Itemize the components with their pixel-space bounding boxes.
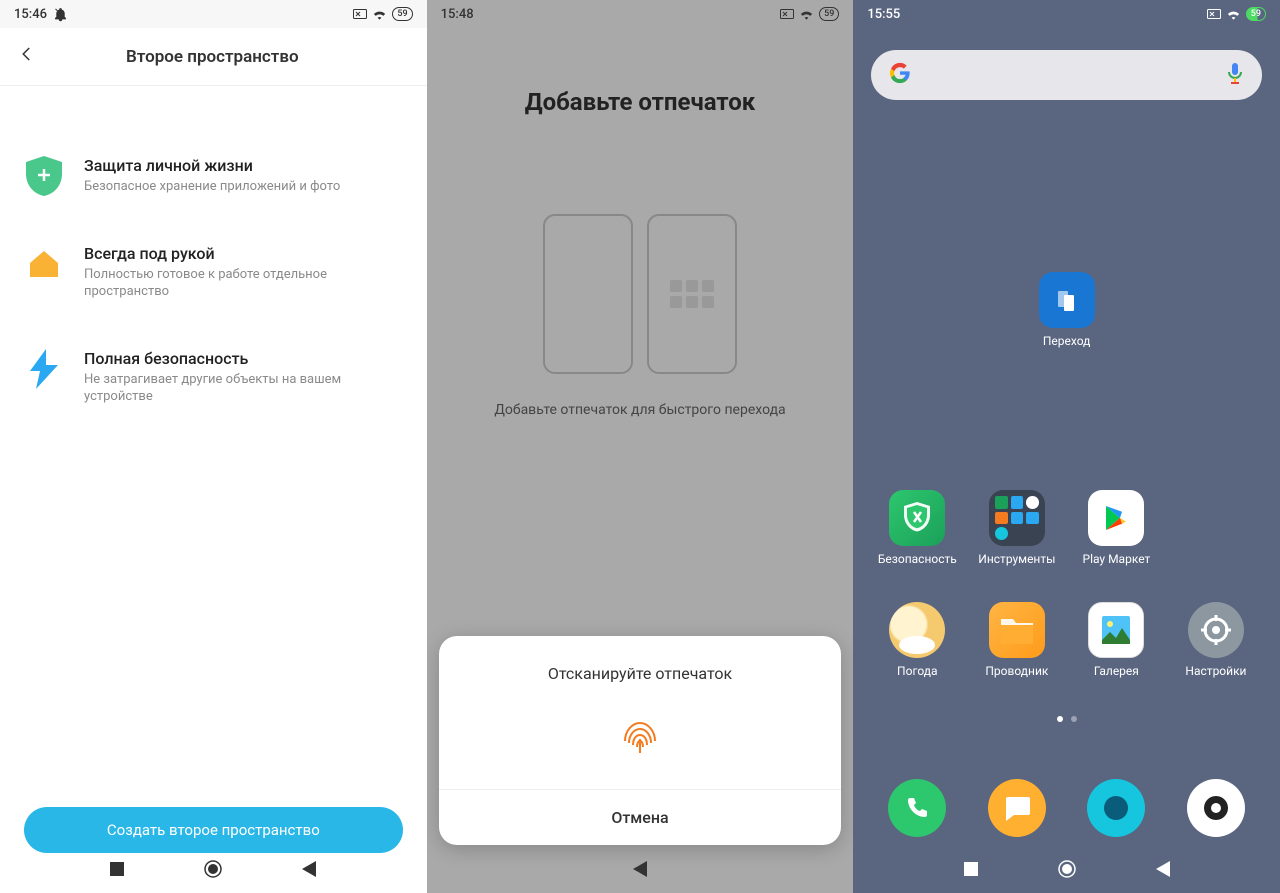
google-logo-icon <box>889 62 911 89</box>
page-title: Добавьте отпечаток <box>427 88 854 116</box>
homescreen-grid: Переход Безопасность Инструменты <box>853 122 1280 893</box>
phone-icon <box>888 779 946 837</box>
tools-folder-icon <box>989 490 1045 546</box>
battery-icon: 59 <box>392 7 412 21</box>
app-tools-folder[interactable]: Инструменты <box>971 490 1063 566</box>
page-dot-active <box>1057 716 1063 722</box>
app-label: Переход <box>1043 334 1091 348</box>
home-icon <box>24 244 64 284</box>
app-label: Проводник <box>985 664 1048 678</box>
feature-desc: Полностью готовое к работе отдельное про… <box>84 267 403 301</box>
browser-icon <box>1087 779 1145 837</box>
app-transfer[interactable]: Переход <box>1021 272 1113 348</box>
feature-safety: Полная безопасность Не затрагивает други… <box>24 349 403 406</box>
phone-empty-icon <box>543 214 633 374</box>
app-label: Настройки <box>1185 664 1246 678</box>
app-row: Погода Проводник Галерея Настройки <box>867 602 1266 678</box>
back-button[interactable] <box>18 44 36 69</box>
feature-desc: Безопасное хранение приложений и фото <box>84 179 340 196</box>
transfer-icon <box>1039 272 1095 328</box>
dock-camera[interactable] <box>1170 779 1262 837</box>
app-row: Переход <box>853 272 1280 348</box>
dock-messages[interactable] <box>971 779 1063 837</box>
battery-icon: 59 <box>1246 7 1266 21</box>
page-indicator <box>853 716 1280 722</box>
status-bar: 15:55 59 <box>853 0 1280 28</box>
status-bar: 15:48 59 <box>427 0 854 28</box>
page-dot[interactable] <box>1071 716 1077 722</box>
page-subtitle: Добавьте отпечаток для быстрого перехода <box>427 402 854 418</box>
google-search-widget[interactable] <box>871 50 1262 100</box>
feature-handy: Всегда под рукой Полностью готовое к раб… <box>24 244 403 301</box>
screen-second-space: 15:46 59 Второе пространство Защита личн… <box>0 0 427 893</box>
wifi-icon <box>799 8 814 20</box>
sheet-title: Отсканируйте отпечаток <box>439 664 842 683</box>
camera-icon <box>1187 779 1245 837</box>
shield-plus-icon <box>24 156 64 196</box>
app-label: Галерея <box>1094 664 1139 678</box>
screen-homescreen: 15:55 59 Переход <box>853 0 1280 893</box>
play-store-icon <box>1088 490 1144 546</box>
app-weather[interactable]: Погода <box>871 602 963 678</box>
nav-bar <box>853 845 1280 893</box>
status-time: 15:55 <box>867 7 900 22</box>
app-security[interactable]: Безопасность <box>871 490 963 566</box>
app-row: Безопасность Инструменты Play Маркет <box>867 490 1266 566</box>
app-label: Инструменты <box>978 552 1055 566</box>
features-list: Защита личной жизни Безопасное хранение … <box>0 86 427 893</box>
app-file-manager[interactable]: Проводник <box>971 602 1063 678</box>
card-icon <box>1207 9 1221 19</box>
page-title: Второе пространство <box>58 47 367 67</box>
nav-bar <box>0 845 427 893</box>
status-bar: 15:46 59 <box>0 0 427 28</box>
status-time: 15:46 <box>14 7 47 22</box>
mute-icon <box>53 7 68 22</box>
phones-illustration <box>427 214 854 374</box>
card-icon <box>353 9 367 19</box>
home-button[interactable] <box>1058 860 1076 878</box>
nav-bar <box>427 845 854 893</box>
dock-phone[interactable] <box>871 779 963 837</box>
back-button-nav[interactable] <box>300 860 318 878</box>
folder-icon <box>989 602 1045 658</box>
page-header: Второе пространство <box>0 28 427 86</box>
gear-icon <box>1188 602 1244 658</box>
card-icon <box>780 9 794 19</box>
app-label: Погода <box>897 664 938 678</box>
gallery-icon <box>1088 602 1144 658</box>
home-button[interactable] <box>204 860 222 878</box>
app-label: Play Маркет <box>1083 552 1151 566</box>
app-label: Безопасность <box>878 552 957 566</box>
back-button-nav[interactable] <box>631 860 649 878</box>
status-time: 15:48 <box>441 7 474 22</box>
weather-icon <box>889 602 945 658</box>
messages-icon <box>988 779 1046 837</box>
back-button-nav[interactable] <box>1154 860 1172 878</box>
feature-title: Всегда под рукой <box>84 244 403 263</box>
feature-title: Полная безопасность <box>84 349 403 368</box>
dock <box>867 779 1266 837</box>
wifi-icon <box>372 8 387 20</box>
app-gallery[interactable]: Галерея <box>1070 602 1162 678</box>
security-icon <box>889 490 945 546</box>
fingerprint-sheet: Отсканируйте отпечаток Отмена <box>439 636 842 845</box>
bolt-icon <box>24 349 64 389</box>
app-play-market[interactable]: Play Маркет <box>1070 490 1162 566</box>
app-settings[interactable]: Настройки <box>1170 602 1262 678</box>
battery-icon: 59 <box>819 7 839 21</box>
feature-desc: Не затрагивает другие объекты на вашем у… <box>84 372 403 406</box>
mic-icon[interactable] <box>1226 62 1244 88</box>
feature-title: Защита личной жизни <box>84 156 340 175</box>
feature-privacy: Защита личной жизни Безопасное хранение … <box>24 156 403 196</box>
screen-add-fingerprint: 15:48 59 Добавьте отпечаток Добавьте отп… <box>427 0 854 893</box>
fingerprint-icon[interactable] <box>615 711 665 761</box>
wifi-icon <box>1226 8 1241 20</box>
recents-button[interactable] <box>108 860 126 878</box>
cancel-button[interactable]: Отмена <box>439 789 842 845</box>
phone-apps-icon <box>647 214 737 374</box>
dock-browser[interactable] <box>1070 779 1162 837</box>
recents-button[interactable] <box>962 860 980 878</box>
